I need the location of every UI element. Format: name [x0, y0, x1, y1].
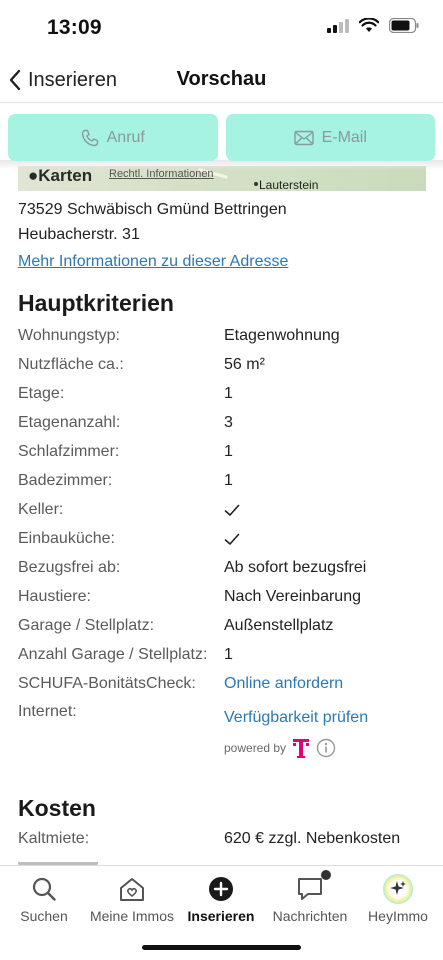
criteria-value: 56 m²	[224, 356, 265, 373]
criteria-label: Einbauküche:	[18, 530, 115, 547]
criteria-row-nutzflaeche: Nutzfläche ca.: 56 m²	[18, 351, 428, 380]
tab-inserieren[interactable]: Inserieren	[177, 874, 265, 924]
chat-bubble-icon	[298, 878, 322, 900]
tab-suchen[interactable]: Suchen	[0, 874, 88, 924]
criteria-value: 1	[224, 385, 233, 402]
address-line-1: 73529 Schwäbisch Gmünd Bettringen	[18, 201, 287, 218]
criteria-row-garage: Garage / Stellplatz: Außenstellplatz	[18, 612, 428, 641]
criteria-row-bezugsfrei: Bezugsfrei ab: Ab sofort bezugsfrei	[18, 554, 428, 583]
criteria-label: Etagenanzahl:	[18, 414, 121, 431]
checkmark-icon	[224, 504, 240, 516]
criteria-label: Etage:	[18, 385, 65, 402]
email-button-label: E-Mail	[321, 128, 367, 146]
wifi-icon	[359, 18, 379, 32]
telekom-logo-icon	[293, 739, 310, 758]
criteria-label: Haustiere:	[18, 588, 91, 605]
search-icon	[32, 877, 56, 901]
criteria-label: Keller:	[18, 501, 64, 518]
criteria-label: Nutzfläche ca.:	[18, 356, 124, 373]
tab-meine-immos[interactable]: Meine Immos	[88, 874, 176, 924]
section-title-kosten: Kosten	[18, 795, 96, 821]
cellular-signal-icon	[327, 18, 349, 33]
tab-label: Meine Immos	[89, 908, 175, 924]
house-heart-icon	[120, 878, 144, 901]
call-button-label: Anruf	[106, 128, 145, 146]
page-title: Vorschau	[0, 68, 443, 91]
criteria-row-anzahl-garage: Anzahl Garage / Stellplatz: 1	[18, 641, 428, 670]
criteria-value: 1	[224, 443, 233, 460]
home-indicator	[142, 945, 301, 950]
criteria-row-haustiere: Haustiere: Nach Vereinbarung	[18, 583, 428, 612]
criteria-list: Wohnungstyp: Etagenwohnung Nutzfläche ca…	[18, 322, 428, 699]
criteria-label: Anzahl Garage / Stellplatz:	[18, 646, 208, 663]
info-icon[interactable]	[316, 738, 336, 758]
tab-nachrichten[interactable]: Nachrichten	[266, 870, 354, 924]
plus-circle-icon	[209, 877, 233, 901]
navigation-bar: Inserieren Vorschau	[0, 58, 443, 102]
powered-by-telekom: powered by	[224, 737, 336, 759]
criteria-row-internet: Internet: Verfügbarkeit prüfen powered b…	[18, 703, 428, 767]
criteria-value: Etagenwohnung	[224, 327, 340, 344]
criteria-value: Außenstellplatz	[224, 617, 334, 634]
criteria-row-badezimmer: Badezimmer: 1	[18, 467, 428, 496]
criteria-label: Wohnungstyp:	[18, 327, 120, 344]
notification-badge	[321, 870, 331, 880]
tab-label: HeyImmo	[368, 908, 428, 924]
criteria-label: SCHUFA-BonitätsCheck:	[18, 675, 196, 692]
map-place-label: Lauterstein	[259, 178, 319, 191]
cost-value: 620 € zzgl. Nebenkosten	[224, 830, 401, 847]
criteria-label: Garage / Stellplatz:	[18, 617, 155, 634]
more-address-info-link[interactable]: Mehr Informationen zu dieser Adresse	[18, 253, 288, 271]
call-button[interactable]: Anruf	[8, 114, 218, 161]
criteria-label: Internet:	[18, 703, 77, 720]
nav-divider	[0, 102, 443, 103]
email-button[interactable]: E-Mail	[225, 114, 435, 161]
contact-buttons: Anruf E-Mail	[8, 114, 435, 161]
check-availability-link[interactable]: Verfügbarkeit prüfen	[224, 709, 368, 727]
schufa-order-link[interactable]: Online anfordern	[224, 675, 343, 693]
battery-icon	[389, 18, 419, 33]
powered-by-label: powered by	[224, 741, 287, 755]
tab-label: Suchen	[20, 908, 68, 924]
address-line-2: Heubacherstr. 31	[18, 226, 140, 243]
page-title-text: Vorschau	[176, 68, 267, 90]
criteria-value: Ab sofort bezugsfrei	[224, 559, 367, 576]
tab-heyimmo[interactable]: HeyImmo	[354, 874, 442, 924]
criteria-value: 1	[224, 646, 233, 663]
criteria-label: Bezugsfrei ab:	[18, 559, 121, 576]
criteria-label: Badezimmer:	[18, 472, 113, 489]
contact-shadow	[0, 160, 443, 170]
section-title-hauptkriterien: Hauptkriterien	[18, 290, 174, 316]
tab-label: Inserieren	[187, 908, 255, 924]
address-block: 73529 Schwäbisch Gmünd Bettringen Heubac…	[18, 197, 287, 247]
criteria-row-keller: Keller:	[18, 496, 428, 525]
status-icons	[327, 18, 419, 33]
envelope-icon	[293, 130, 314, 145]
status-bar: 13:09	[0, 0, 443, 58]
criteria-label: Schlafzimmer:	[18, 443, 120, 460]
criteria-value: 1	[224, 472, 233, 489]
map-place-dot	[254, 182, 258, 186]
criteria-row-schufa: SCHUFA-BonitätsCheck: Online anfordern	[18, 670, 428, 699]
criteria-row-etagenanzahl: Etagenanzahl: 3	[18, 409, 428, 438]
cost-label: Kaltmiete:	[18, 830, 90, 847]
criteria-value: 3	[224, 414, 233, 431]
status-time: 13:09	[47, 16, 102, 39]
sparkle-icon	[383, 874, 413, 904]
tab-label: Nachrichten	[272, 908, 348, 924]
criteria-row-schlafzimmer: Schlafzimmer: 1	[18, 438, 428, 467]
criteria-row-wohnungstyp: Wohnungstyp: Etagenwohnung	[18, 322, 428, 351]
checkmark-icon	[224, 533, 240, 545]
criteria-value: Nach Vereinbarung	[224, 588, 361, 605]
criteria-row-einbaukueche: Einbauküche:	[18, 525, 428, 554]
phone-icon	[81, 129, 98, 146]
criteria-row-etage: Etage: 1	[18, 380, 428, 409]
